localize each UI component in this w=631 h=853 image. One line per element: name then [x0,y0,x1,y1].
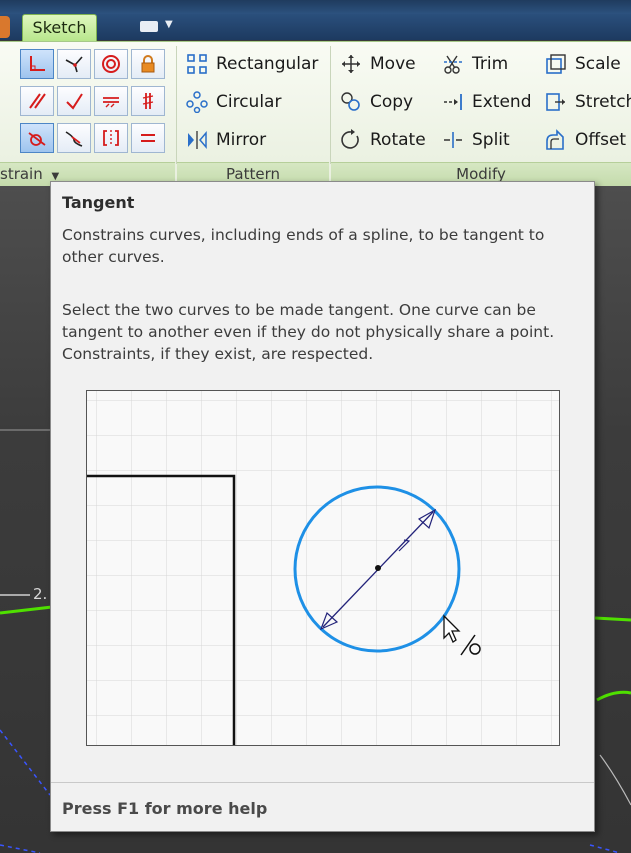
trim-label: Trim [472,54,509,74]
trim-icon [444,55,462,74]
circular-pattern-icon [186,91,208,113]
copy-button[interactable]: Copy [338,87,413,117]
offset-label: Offset [575,130,627,150]
vertical-icon [142,93,154,109]
parallel-icon [29,93,46,109]
extend-button[interactable]: Extend [440,87,532,117]
rectangular-pattern-icon [187,54,207,74]
tooltip-title: Tangent [62,193,135,212]
split-button[interactable]: Split [440,125,510,155]
panel-separator [330,46,331,164]
parallel-constraint-button[interactable] [20,86,54,116]
tangent-like-constraint-button[interactable] [57,86,91,116]
angle-icon [66,93,83,110]
equal-constraint-button[interactable] [131,123,165,153]
tooltip-description: Constrains curves, including ends of a s… [62,226,545,266]
tab-sketch[interactable]: Sketch [22,14,97,41]
rectangular-pattern-label: Rectangular [216,54,319,74]
tooltip-divider [51,782,594,783]
offset-icon [546,129,564,150]
move-label: Move [370,54,416,74]
rectangular-pattern-button[interactable]: Rectangular [184,49,318,79]
tangent-icon [28,132,46,146]
quick-access-icon[interactable] [140,21,158,32]
rotate-label: Rotate [370,130,426,150]
horizontal-icon [103,97,119,108]
copy-icon [341,92,360,111]
stretch-button[interactable]: Stretch [543,87,631,117]
title-bar [0,0,631,14]
offset-button[interactable]: Offset [543,125,626,155]
rotate-icon [341,129,359,149]
circular-pattern-button[interactable]: Circular [184,87,281,117]
mirror-button[interactable]: Mirror [184,125,266,155]
panel-separator [176,46,177,164]
dimension-label[interactable]: 2. [33,585,47,603]
symmetric-constraint-button[interactable] [94,123,128,153]
perpendicular-constraint-button[interactable] [20,49,54,79]
tangent-tooltip: Tangent Constrains curves, including end… [50,181,595,832]
scale-icon [546,54,566,74]
tooltip-illustration [86,390,560,746]
tooltip-footer: Press F1 for more help [62,799,268,818]
vertical-constraint-button[interactable] [131,86,165,116]
extend-label: Extend [472,92,532,112]
concentric-icon [102,55,120,73]
smooth-icon [65,131,83,147]
coincident-constraint-button[interactable] [57,49,91,79]
split-label: Split [472,130,510,150]
perpendicular-icon [30,56,45,71]
circular-pattern-label: Circular [216,92,282,112]
stretch-icon [546,93,565,111]
move-button[interactable]: Move [338,49,416,79]
equal-icon [141,134,155,142]
tangent-illustration [87,391,559,745]
fix-constraint-button[interactable] [131,49,165,79]
split-icon [444,132,462,148]
mirror-label: Mirror [216,130,267,150]
rotate-button[interactable]: Rotate [338,125,426,155]
lock-icon [141,55,155,73]
ribbon-body: Rectangular Circular Mirror Move Trim Sc… [0,41,631,186]
concentric-constraint-button[interactable] [94,49,128,79]
scale-button[interactable]: Scale [543,49,621,79]
symmetric-icon [103,130,119,146]
trim-button[interactable]: Trim [440,49,508,79]
smooth-constraint-button[interactable] [57,123,91,153]
copy-label: Copy [370,92,414,112]
tooltip-detail: Select the two curves to be made tangent… [62,301,555,363]
stretch-label: Stretch [575,92,631,112]
chevron-down-icon[interactable]: ▼ [165,19,173,30]
move-icon [342,55,360,73]
coincident-icon [65,56,83,73]
previous-tab-edge[interactable] [0,16,10,38]
tangent-constraint-button[interactable] [20,123,54,153]
scale-label: Scale [575,54,621,74]
ribbon: Sketch ▼ Rectangular Circular Mirror Mov… [0,0,631,186]
horizontal-constraint-button[interactable] [94,86,128,116]
mirror-icon [188,130,207,150]
extend-icon [444,94,462,110]
